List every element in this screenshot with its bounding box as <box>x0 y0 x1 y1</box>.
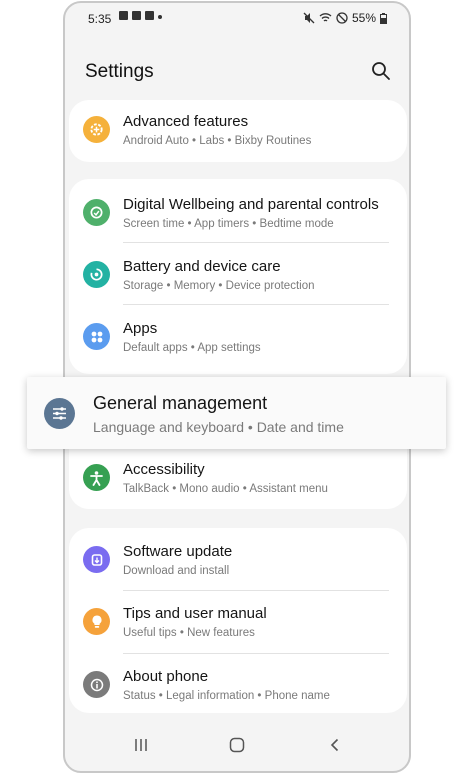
settings-item-about-phone[interactable]: About phone Status • Legal information •… <box>69 655 407 717</box>
battery-percent: 55% <box>351 11 376 25</box>
lightbulb-icon <box>83 608 110 635</box>
recent-apps-button[interactable] <box>131 735 151 755</box>
status-time: 5:35 <box>88 12 112 26</box>
device-care-icon <box>83 261 110 288</box>
software-update-icon <box>83 546 110 573</box>
settings-item-battery-device-care[interactable]: Battery and device care Storage • Memory… <box>69 245 407 307</box>
info-icon <box>83 671 110 698</box>
item-title: Battery and device care <box>123 258 281 275</box>
item-title: Tips and user manual <box>123 605 267 622</box>
sync-notification-icon <box>132 11 141 20</box>
item-title: General management <box>93 393 268 413</box>
item-title: Accessibility <box>123 461 205 478</box>
item-subtitle: Download and install <box>123 565 230 577</box>
settings-group-3: Accessibility TalkBack • Mono audio • As… <box>69 444 407 509</box>
navigation-bar <box>65 719 409 771</box>
accessibility-icon <box>83 464 110 491</box>
settings-item-apps[interactable]: Apps Default apps • App settings <box>69 307 407 369</box>
mute-icon <box>303 12 315 24</box>
settings-group-4: Software update Download and install Tip… <box>69 528 407 713</box>
page-title: Settings <box>85 61 154 82</box>
apps-grid-icon <box>83 323 110 350</box>
settings-item-digital-wellbeing[interactable]: Digital Wellbeing and parental controls … <box>69 183 407 245</box>
home-button[interactable] <box>227 735 247 755</box>
item-subtitle: Storage • Memory • Device protection <box>123 280 315 292</box>
settings-group-1: Advanced features Android Auto • Labs • … <box>69 100 407 162</box>
settings-item-tips-user-manual[interactable]: Tips and user manual Useful tips • New f… <box>69 592 407 654</box>
item-subtitle: Status • Legal information • Phone name <box>123 690 330 702</box>
back-button[interactable] <box>325 735 345 755</box>
search-button[interactable] <box>371 61 393 83</box>
settings-item-accessibility[interactable]: Accessibility TalkBack • Mono audio • As… <box>69 448 407 510</box>
item-subtitle: Useful tips • New features <box>123 627 255 639</box>
item-title: Apps <box>123 320 158 337</box>
battery-icon <box>380 12 387 24</box>
item-title: Software update <box>123 543 233 560</box>
back-chevron-icon <box>330 738 339 752</box>
divider <box>123 242 389 243</box>
more-notifications-dot-icon <box>158 14 162 19</box>
settings-item-advanced-features[interactable]: Advanced features Android Auto • Labs • … <box>69 100 407 162</box>
settings-group-2: Digital Wellbeing and parental controls … <box>69 179 407 374</box>
notification-icons <box>119 11 162 20</box>
gallery-notification-icon <box>119 11 128 20</box>
do-not-disturb-icon <box>336 12 348 24</box>
item-subtitle: Android Auto • Labs • Bixby Routines <box>123 135 312 147</box>
trash-notification-icon <box>145 11 154 20</box>
status-bar: 5:35 55% <box>65 3 409 33</box>
item-subtitle: Screen time • App timers • Bedtime mode <box>123 218 334 230</box>
settings-item-general-management[interactable]: General management Language and keyboard… <box>27 377 446 449</box>
settings-item-software-update[interactable]: Software update Download and install <box>69 530 407 592</box>
item-subtitle: Language and keyboard • Date and time <box>93 419 344 435</box>
item-title: Advanced features <box>123 113 249 130</box>
item-subtitle: Default apps • App settings <box>123 342 261 354</box>
status-right: 55% <box>303 11 387 25</box>
divider <box>123 590 389 591</box>
divider <box>123 653 389 654</box>
item-title: Digital Wellbeing and parental controls <box>123 196 379 213</box>
wifi-icon <box>319 13 332 22</box>
search-icon <box>372 62 390 80</box>
item-title: About phone <box>123 668 209 685</box>
home-icon <box>229 737 245 753</box>
recent-apps-icon <box>135 739 147 751</box>
gear-plus-icon <box>83 116 110 143</box>
divider <box>123 304 389 305</box>
wellbeing-icon <box>83 199 110 226</box>
item-subtitle: TalkBack • Mono audio • Assistant menu <box>123 483 328 495</box>
sliders-icon <box>44 398 75 429</box>
